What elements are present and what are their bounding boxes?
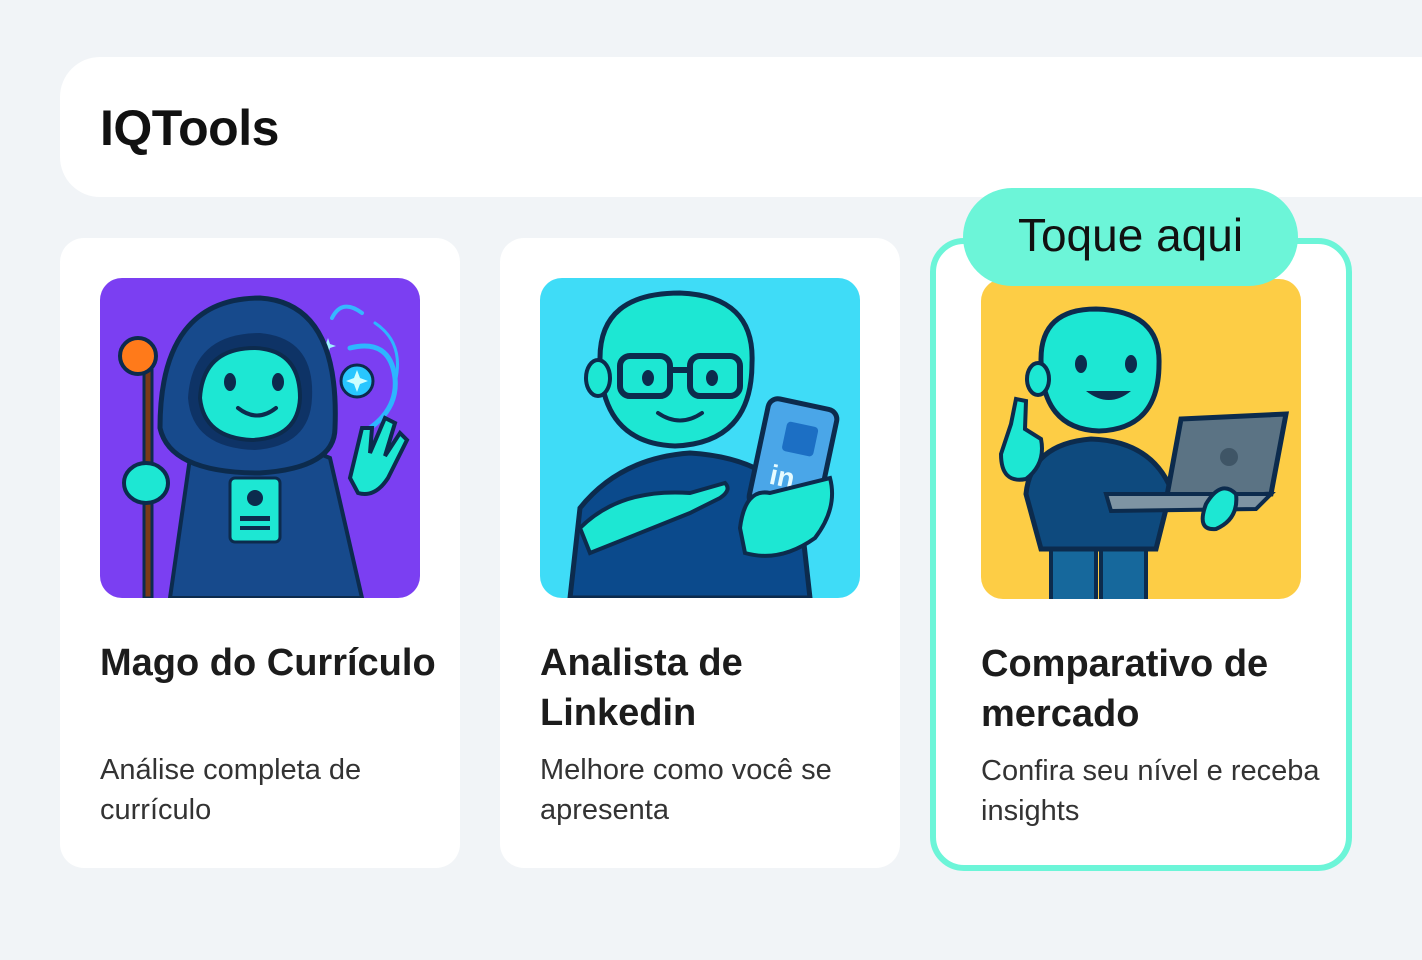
card-description: Melhore como você se apresenta bbox=[540, 754, 832, 826]
card-title: Comparativo de mercado bbox=[981, 643, 1269, 735]
tool-card-analista-de-linkedin[interactable]: in Analista de Linkedin Melhore como voc… bbox=[500, 238, 900, 868]
card-title: Analista de Linkedin bbox=[540, 642, 743, 734]
app-title: IQTools bbox=[100, 100, 279, 156]
market-comparison-illustration bbox=[981, 279, 1301, 599]
tap-here-tooltip: Toque aqui bbox=[963, 188, 1298, 286]
linkedin-analyst-illustration: in bbox=[540, 278, 860, 598]
app-header: IQTools bbox=[60, 57, 1422, 197]
card-title: Mago do Currículo bbox=[100, 642, 436, 684]
tool-card-mago-do-curriculo[interactable]: Mago do Currículo Análise completa de cu… bbox=[60, 238, 460, 868]
card-description: Análise completa de currículo bbox=[100, 754, 362, 826]
tool-card-comparativo-de-mercado[interactable]: Comparativo de mercado Confira seu nível… bbox=[930, 238, 1352, 871]
card-description: Confira seu nível e receba insights bbox=[981, 755, 1320, 827]
wizard-illustration bbox=[100, 278, 420, 598]
